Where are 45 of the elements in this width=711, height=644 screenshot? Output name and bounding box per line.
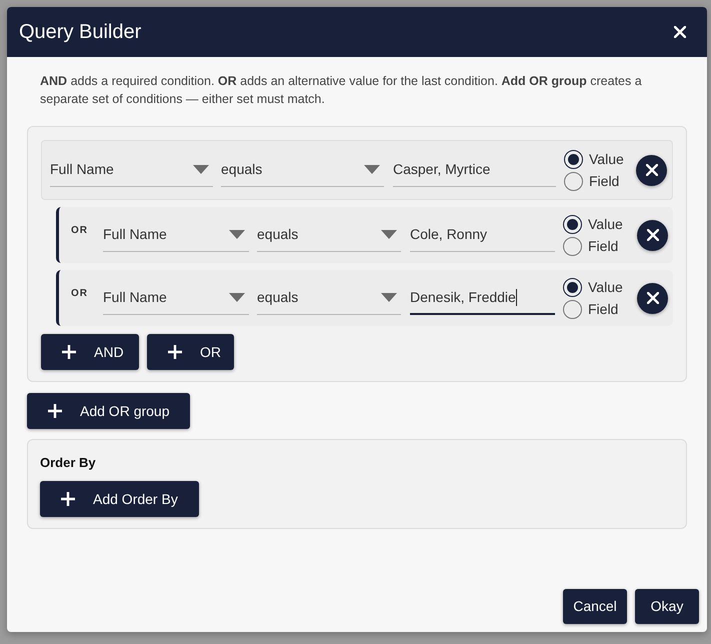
text-cursor-icon bbox=[516, 288, 517, 306]
mode-radio[interactable]: Field bbox=[563, 300, 629, 318]
add-order-by-button[interactable]: Add Order By bbox=[40, 481, 199, 517]
or-label: OR bbox=[71, 287, 89, 301]
close-icon bbox=[674, 26, 686, 38]
remove-condition-button[interactable] bbox=[637, 220, 668, 250]
dialog-title: Query Builder bbox=[19, 20, 142, 45]
close-icon bbox=[646, 164, 658, 176]
remove-condition-button[interactable] bbox=[636, 154, 667, 186]
order-by-title: Order By bbox=[40, 455, 97, 471]
mode-radio[interactable]: Value bbox=[564, 150, 630, 168]
mode-radio[interactable]: Value bbox=[563, 278, 629, 296]
caret-icon bbox=[229, 230, 245, 239]
mode-radio[interactable]: Field bbox=[563, 236, 629, 256]
field-select[interactable]: Full Name bbox=[103, 218, 249, 252]
value-field[interactable]: Casper, Myrtice bbox=[393, 153, 556, 187]
caret-icon bbox=[381, 230, 397, 239]
field-select[interactable]: Full Name bbox=[103, 281, 249, 315]
add-condition-button[interactable]: OR bbox=[147, 334, 234, 370]
caret-icon bbox=[381, 293, 397, 302]
caret-icon bbox=[229, 293, 245, 302]
or-label: OR bbox=[71, 224, 89, 238]
plus-icon bbox=[168, 345, 182, 359]
remove-condition-button[interactable] bbox=[637, 282, 668, 314]
value-field[interactable]: Denesik, Freddie bbox=[410, 281, 555, 315]
add-condition-button[interactable]: AND bbox=[41, 334, 139, 370]
operator-select[interactable]: equals bbox=[221, 153, 384, 187]
footer-button[interactable]: Cancel bbox=[563, 589, 627, 624]
operator-select[interactable]: equals bbox=[257, 281, 401, 315]
caret-icon bbox=[193, 165, 209, 174]
mode-radio[interactable]: Value bbox=[563, 214, 629, 234]
mode-radio[interactable]: Field bbox=[564, 172, 630, 190]
operator-select[interactable]: equals bbox=[257, 218, 401, 252]
close-icon bbox=[646, 229, 658, 241]
close-icon bbox=[646, 292, 658, 304]
plus-icon bbox=[62, 345, 76, 359]
footer-button[interactable]: Okay bbox=[635, 589, 699, 624]
plus-icon bbox=[61, 492, 75, 506]
caret-icon bbox=[364, 165, 380, 174]
plus-icon bbox=[48, 404, 62, 418]
add-or-group-button[interactable]: Add OR group bbox=[27, 393, 190, 429]
field-select[interactable]: Full Name bbox=[50, 153, 213, 187]
value-field[interactable]: Cole, Ronny bbox=[410, 218, 555, 252]
close-button[interactable] bbox=[673, 25, 687, 39]
help-text: AND adds a required condition. OR adds an alternative value for the last condition. Add OR group creates a separate set of conditions — either set must match. bbox=[39, 73, 643, 108]
